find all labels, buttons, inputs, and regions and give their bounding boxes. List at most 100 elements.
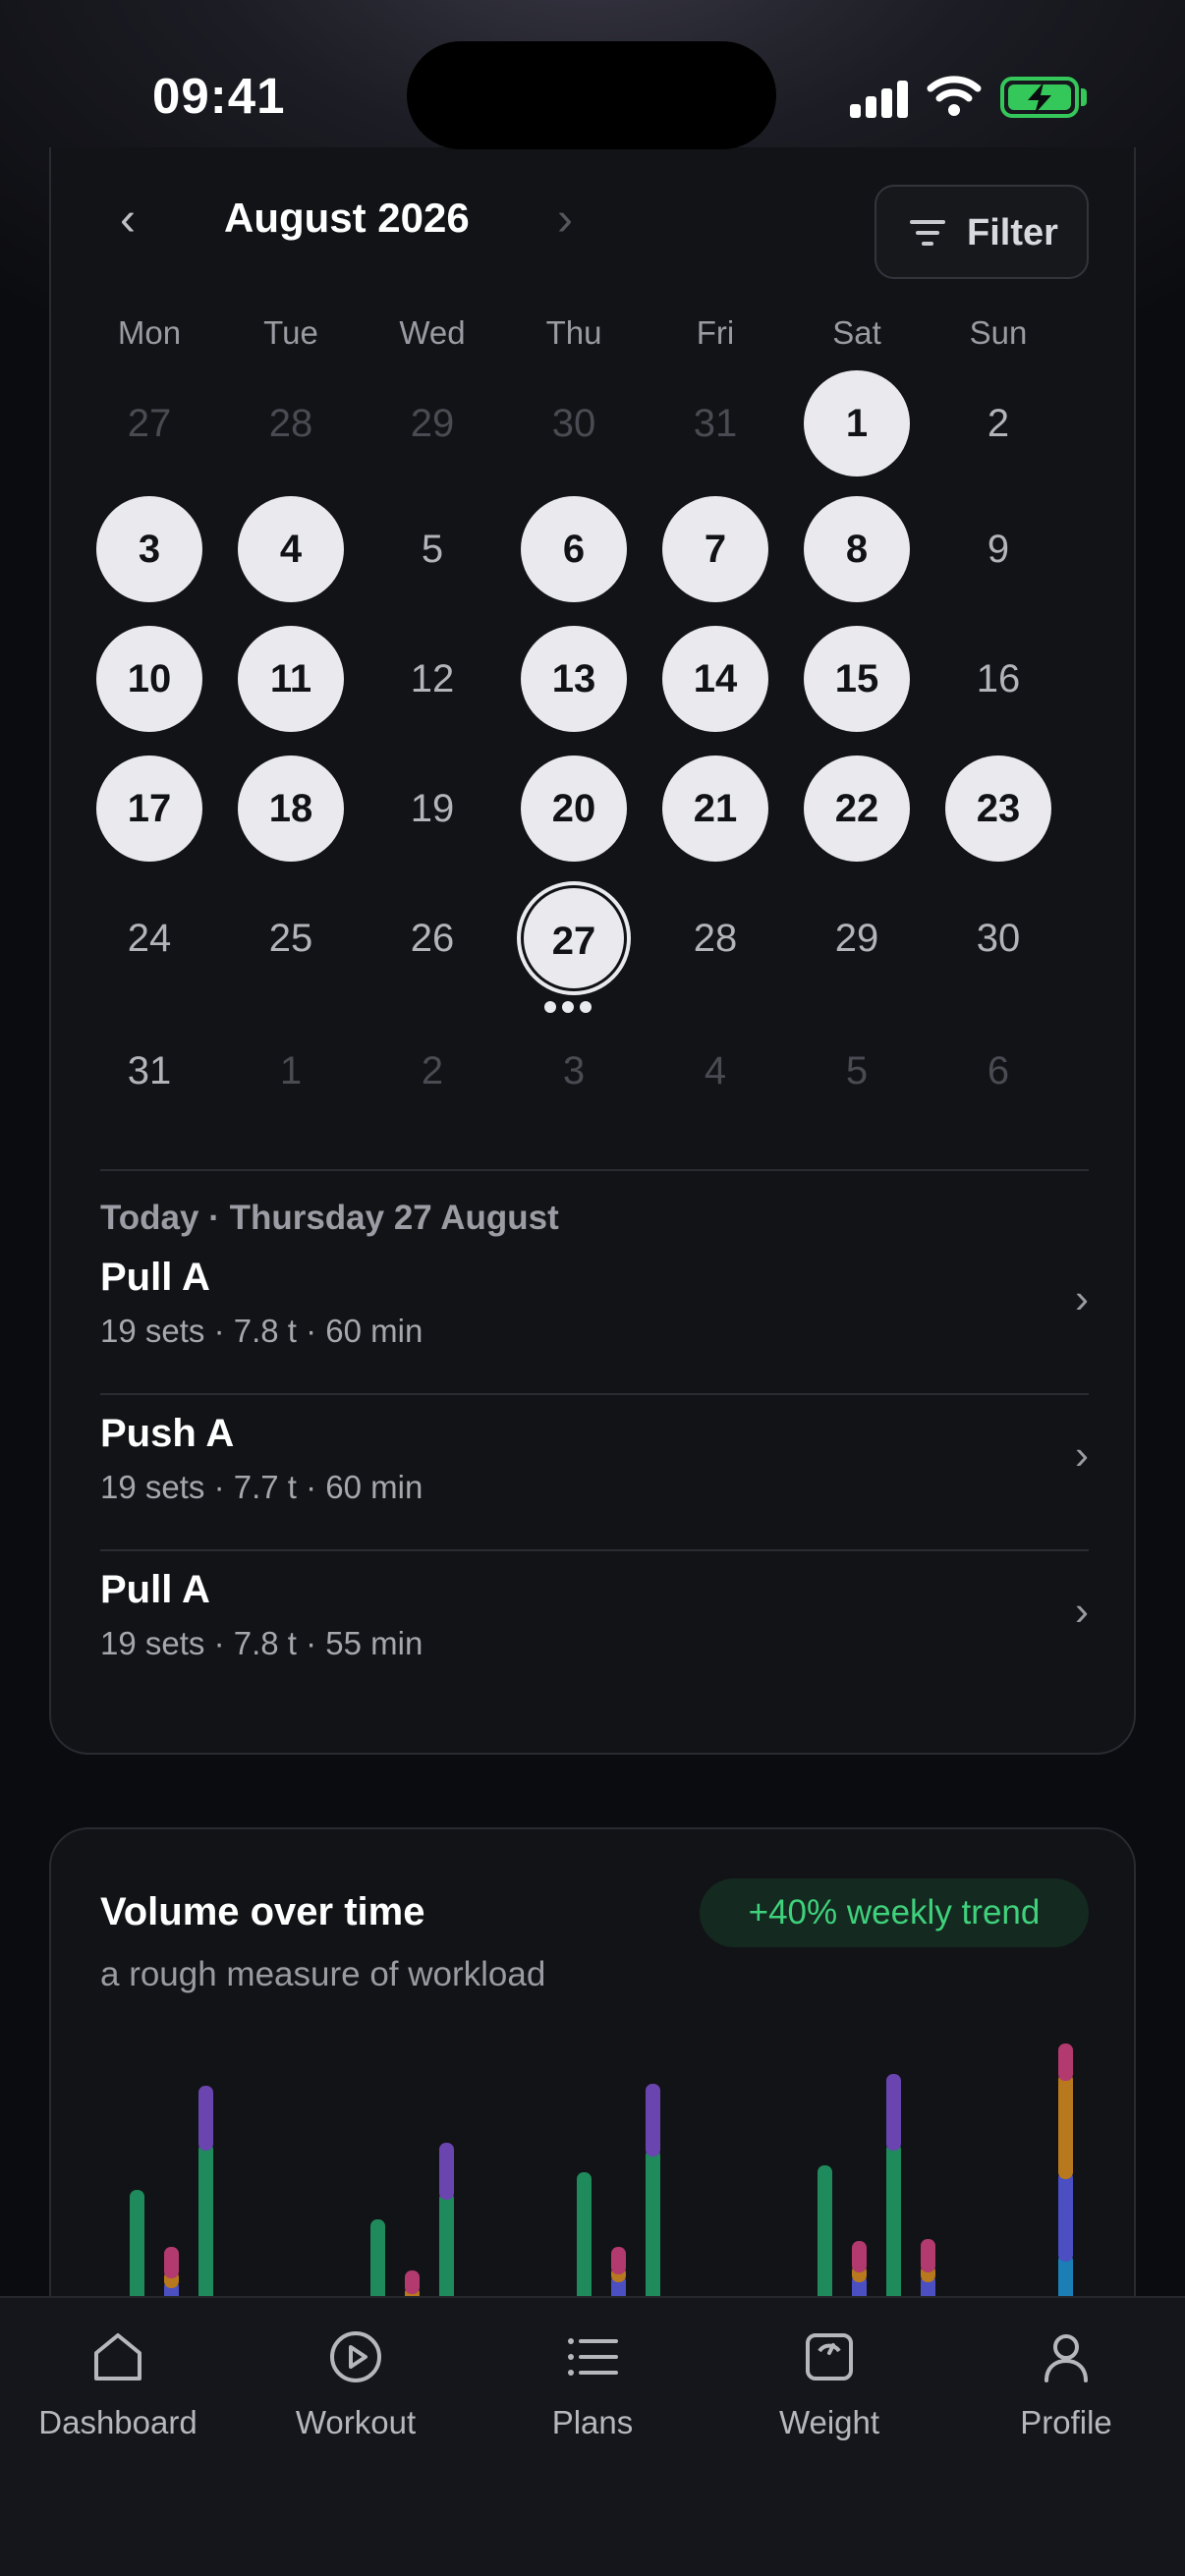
calendar-day: 4 (704, 1049, 727, 1092)
month-navigation: ‹ August 2026 › Filter (51, 177, 1138, 279)
chart-bar-segment (1058, 2073, 1073, 2179)
workout-title: Pull A (100, 1256, 210, 1299)
calendar-day: 5 (845, 1049, 869, 1092)
chart-bar-segment (198, 2086, 213, 2151)
calendar-day[interactable]: 25 (238, 885, 344, 991)
filter-button[interactable]: Filter (875, 185, 1089, 279)
calendar-day[interactable]: 9 (945, 496, 1051, 602)
calendar-day[interactable]: 11 (238, 626, 344, 732)
calendar-day[interactable]: 23 (945, 756, 1051, 862)
tab-label: Workout (295, 2404, 417, 2440)
workout-row[interactable]: Pull A 19 sets · 7.8 t · 55 min › (100, 1558, 1089, 1713)
tab-bar: Dashboard Workout Plans Weight Profile (0, 2296, 1185, 2576)
status-bar: 09:41 (0, 0, 1185, 187)
chevron-right-icon: › (1075, 1275, 1089, 1321)
tab-plans[interactable]: Plans (494, 2327, 691, 2465)
chart-bar-segment (921, 2239, 935, 2272)
month-title: August 2026 (224, 195, 470, 241)
calendar-day[interactable]: 14 (662, 626, 768, 732)
calendar-day[interactable]: 18 (238, 756, 344, 862)
scale-icon (806, 2333, 853, 2380)
list-icon (568, 2338, 618, 2376)
chart-bar-segment (405, 2270, 420, 2294)
calendar-day: 27 (127, 402, 172, 445)
calendar-day[interactable]: 20 (521, 756, 627, 862)
chart-bar-segment (1058, 2044, 1073, 2081)
calendar-day[interactable]: 29 (804, 885, 910, 991)
weekday-label: Sun (969, 314, 1028, 351)
next-month-button[interactable]: › (557, 193, 573, 247)
weekday-label: Thu (545, 314, 602, 351)
calendar-day[interactable]: 16 (945, 626, 1051, 732)
volume-title: Volume over time (100, 1890, 425, 1933)
calendar-day[interactable]: 24 (96, 885, 202, 991)
chart-bar-segment (130, 2190, 144, 2306)
chart-bar-segment (611, 2247, 626, 2274)
workout-row[interactable]: Pull A 19 sets · 7.8 t · 60 min › (100, 1246, 1089, 1401)
workout-meta: 19 sets · 7.7 t · 60 min (100, 1469, 423, 1505)
chart-bar-segment (646, 2084, 660, 2156)
calendar-day[interactable]: 12 (379, 626, 485, 732)
status-time: 09:41 (152, 68, 286, 124)
divider (100, 1169, 1089, 1171)
chart-bar-segment (1058, 2171, 1073, 2262)
calendar-day: 29 (410, 402, 455, 445)
chart-bar-segment (646, 2149, 660, 2306)
calendar-day[interactable]: 1 (804, 370, 910, 476)
calendar-day[interactable]: 26 (379, 885, 485, 991)
weekday-label: Sat (832, 314, 881, 351)
calendar-day[interactable]: 8 (804, 496, 910, 602)
calendar-day: 3 (562, 1049, 586, 1092)
tab-weight[interactable]: Weight (731, 2327, 928, 2465)
calendar-day[interactable]: 17 (96, 756, 202, 862)
workout-meta: 19 sets · 7.8 t · 60 min (100, 1313, 423, 1349)
previous-month-button[interactable]: ‹ (120, 193, 136, 247)
person-icon (1044, 2334, 1088, 2382)
calendar-day[interactable]: 2 (945, 370, 1051, 476)
calendar-day[interactable]: 4 (238, 496, 344, 602)
calendar-day: 28 (268, 402, 313, 445)
tab-profile[interactable]: Profile (968, 2327, 1164, 2465)
workout-row[interactable]: Push A 19 sets · 7.7 t · 60 min › (100, 1402, 1089, 1557)
calendar-day-today[interactable]: 27 (521, 885, 627, 991)
calendar-day[interactable]: 10 (96, 626, 202, 732)
weekday-label: Wed (399, 314, 466, 351)
calendar-day[interactable]: 5 (379, 496, 485, 602)
chart-bar-segment (852, 2241, 867, 2272)
chart-bar-segment (577, 2172, 592, 2306)
calendar-day[interactable]: 28 (662, 885, 768, 991)
calendar-card: ‹ August 2026 › Filter Mon Tue Wed Thu Fri Sa… (49, 147, 1136, 1755)
chart-bar-segment (886, 2074, 901, 2151)
workout-title: Pull A (100, 1568, 210, 1611)
chevron-right-icon: › (1075, 1588, 1089, 1634)
chart-bar-segment (370, 2219, 385, 2306)
battery-cap (1081, 88, 1087, 106)
calendar-day[interactable]: 3 (96, 496, 202, 602)
calendar-day[interactable]: 13 (521, 626, 627, 732)
calendar-day[interactable]: 22 (804, 756, 910, 862)
calendar-day[interactable]: 21 (662, 756, 768, 862)
divider (100, 1549, 1089, 1551)
volume-subtitle: a rough measure of workload (100, 1955, 546, 1993)
calendar-day[interactable]: 7 (662, 496, 768, 602)
dynamic-island (407, 41, 776, 149)
calendar-day[interactable]: 31 (96, 1018, 202, 1124)
calendar-day: 31 (693, 402, 738, 445)
calendar-day[interactable]: 19 (379, 756, 485, 862)
workout-count-dots (544, 1001, 603, 1015)
tab-workout[interactable]: Workout (257, 2327, 454, 2465)
weekday-label: Mon (117, 314, 182, 351)
charging-bolt-icon (1028, 83, 1051, 114)
tab-label: Dashboard (38, 2404, 198, 2440)
calendar-day[interactable]: 6 (521, 496, 627, 602)
home-icon (94, 2333, 141, 2380)
tab-dashboard[interactable]: Dashboard (20, 2327, 216, 2465)
calendar-day[interactable]: 15 (804, 626, 910, 732)
filter-label: Filter (967, 212, 1058, 253)
divider (100, 1393, 1089, 1395)
chart-bar-segment (198, 2143, 213, 2306)
workout-meta: 19 sets · 7.8 t · 55 min (100, 1625, 423, 1661)
trend-badge: +40% weekly trend (700, 1878, 1089, 1947)
calendar-day[interactable]: 30 (945, 885, 1051, 991)
workout-title: Push A (100, 1412, 235, 1455)
